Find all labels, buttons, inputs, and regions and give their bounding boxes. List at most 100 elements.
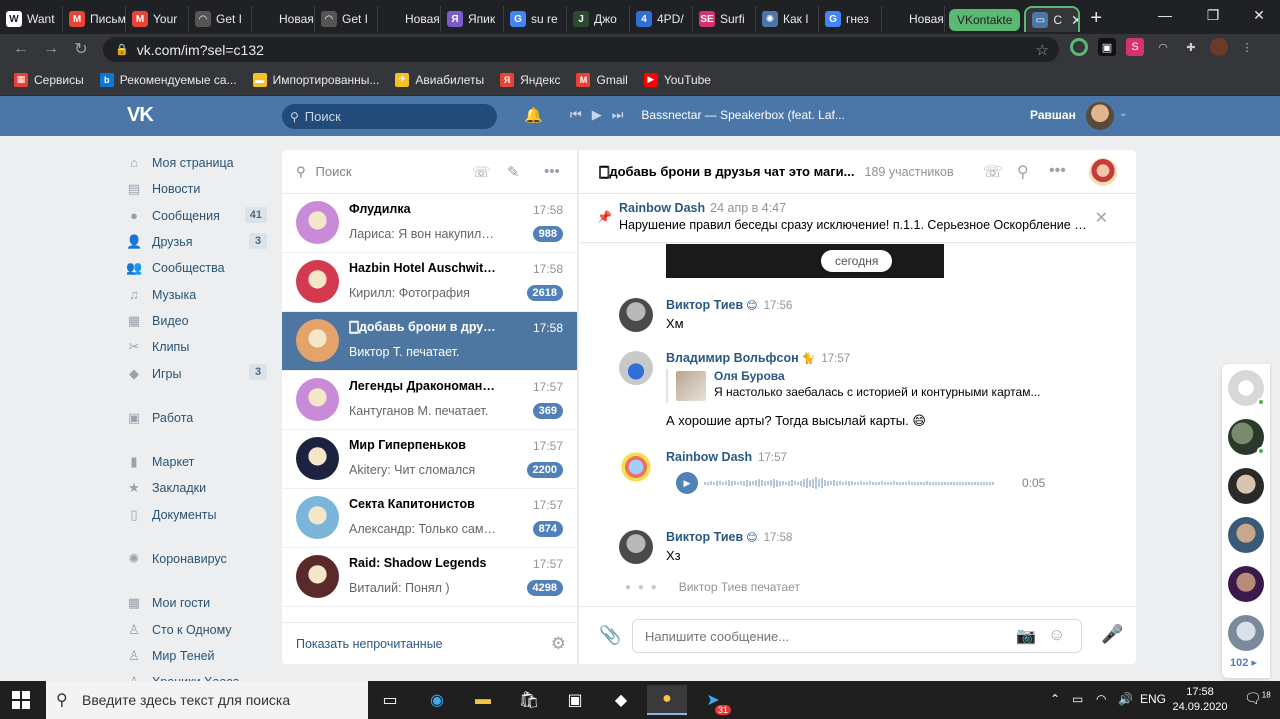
- author-avatar[interactable]: [619, 530, 653, 564]
- menu-item[interactable]: ▣ Работа: [126, 405, 271, 431]
- paperclip-icon[interactable]: 📎: [599, 625, 621, 646]
- close-window-icon[interactable]: ✕: [1236, 0, 1280, 30]
- browser-tab-active[interactable]: ▭ С ✕: [1024, 6, 1081, 32]
- taskbar-search-input[interactable]: ⚲ Введите здесь текст для поиска: [46, 681, 368, 719]
- forward-arrow-icon[interactable]: →: [36, 40, 66, 58]
- message-input[interactable]: [632, 619, 1082, 653]
- next-track-icon[interactable]: ⏭: [612, 107, 624, 123]
- profile-avatar[interactable]: [1210, 38, 1228, 56]
- friend-avatar[interactable]: [1228, 419, 1265, 455]
- url-input[interactable]: 🔒 vk.com/im?sel=c132 ☆: [103, 37, 1059, 62]
- show-unread-link[interactable]: Показать непрочитанные ⚙: [282, 622, 577, 664]
- add-call-icon[interactable]: ☏: [472, 163, 491, 181]
- more-options-icon[interactable]: •••: [544, 163, 560, 180]
- browser-tab[interactable]: ✺ Как I: [756, 6, 819, 32]
- image-attachment-preview[interactable]: [666, 244, 944, 278]
- browser-tab[interactable]: SE Surfi: [693, 6, 756, 32]
- extension-arc-icon[interactable]: ◠: [1154, 38, 1172, 56]
- friend-avatar[interactable]: [1228, 468, 1264, 504]
- menu-item[interactable]: ✂ Клипы: [126, 334, 271, 360]
- bookmark-item[interactable]: M Gmail: [576, 72, 628, 87]
- phone-icon[interactable]: ☏: [983, 162, 1003, 182]
- menu-item[interactable]: ▯ Документы: [126, 502, 271, 528]
- conversation-item[interactable]: 🀆добавь брони в друзья ... 17:58 Виктор Т.…: [282, 312, 577, 371]
- user-avatar[interactable]: [1086, 102, 1114, 130]
- browser-tab[interactable]: 4 4PD/: [630, 6, 693, 32]
- wifi-icon[interactable]: ◠: [1096, 692, 1106, 706]
- back-arrow-icon[interactable]: ←: [6, 40, 36, 58]
- system-clock[interactable]: 17:58 24.09.2020: [1168, 685, 1232, 715]
- browser-tab[interactable]: Новая вк: [882, 6, 945, 32]
- now-playing-track[interactable]: Bassnectar — Speakerbox (feat. Laf...: [641, 108, 844, 122]
- play-icon[interactable]: ▶: [676, 472, 698, 494]
- chevron-up-icon[interactable]: ⌃: [1050, 692, 1060, 706]
- friend-avatar[interactable]: [1228, 517, 1264, 553]
- menu-item[interactable]: ▦ Мои гости: [126, 590, 271, 616]
- extensions-puzzle-icon[interactable]: ✚: [1182, 38, 1200, 56]
- reload-icon[interactable]: ↻: [66, 39, 96, 59]
- conversation-item[interactable]: Hazbin Hotel Auschwitz | ч... 17:58 Кирилл…: [282, 253, 577, 312]
- gear-icon[interactable]: ⚙: [551, 634, 566, 654]
- more-options-icon[interactable]: •••: [1049, 162, 1066, 180]
- message-author[interactable]: Rainbow Dash 17:57: [666, 450, 787, 464]
- bookmark-item[interactable]: ✈ Авиабилеты: [395, 72, 484, 87]
- camera-icon[interactable]: 📷: [1016, 626, 1036, 646]
- reply-quote[interactable]: Оля Бурова Я настолько заебалась с истор…: [666, 369, 1056, 403]
- browser-tab[interactable]: Gsu re: [504, 6, 567, 32]
- browser-tab[interactable]: Gгнез: [819, 6, 882, 32]
- menu-item[interactable]: ▦ Видео: [126, 308, 271, 334]
- menu-item[interactable]: 👥 Сообщества: [126, 255, 271, 281]
- browser-tab[interactable]: W Want: [0, 6, 63, 32]
- friends-online-count[interactable]: 102 ▸: [1230, 656, 1257, 669]
- tab-group-label[interactable]: VKontakte: [949, 9, 1021, 31]
- reply-author[interactable]: Оля Бурова: [714, 369, 785, 383]
- extension-se-icon[interactable]: S: [1126, 38, 1144, 56]
- bell-icon[interactable]: 🔔: [524, 106, 543, 124]
- bookmark-item[interactable]: Я Яндекс: [500, 72, 560, 87]
- menu-item[interactable]: ▤ Новости: [126, 176, 271, 202]
- file-explorer-icon[interactable]: ▬: [463, 685, 503, 715]
- bookmark-item[interactable]: b Рекомендуемые са...: [99, 72, 237, 87]
- chevron-down-icon[interactable]: ⌄: [1119, 108, 1127, 119]
- browser-tab[interactable]: ◠ Get I: [315, 6, 378, 32]
- bookmark-item[interactable]: ▦ Сервисы: [14, 72, 84, 87]
- play-icon[interactable]: ▶: [592, 107, 602, 123]
- conversation-search[interactable]: ⚲ Поиск ☏ ✎ •••: [282, 150, 577, 194]
- emoji-icon[interactable]: ☺: [1048, 625, 1065, 645]
- previous-track-icon[interactable]: ⏮: [570, 107, 582, 123]
- browser-tab[interactable]: M Your: [126, 6, 189, 32]
- message-author[interactable]: Владимир Вольфсон 🐈 17:57: [666, 351, 850, 365]
- edge-icon[interactable]: ◉: [417, 685, 457, 715]
- message-author[interactable]: Виктор Тиев 😊 17:58: [666, 530, 792, 544]
- menu-item[interactable]: ◆ Игры 3: [126, 360, 271, 386]
- minimize-icon[interactable]: —: [1142, 0, 1188, 30]
- maximize-icon[interactable]: ❐: [1190, 0, 1236, 30]
- pinned-author[interactable]: Rainbow Dash 24 апр в 4:47: [619, 201, 786, 215]
- menu-item[interactable]: ▮ Маркет: [126, 449, 271, 475]
- chat-title[interactable]: 🀆добавь брони в друзья чат это маги...: [599, 164, 855, 180]
- app-icon[interactable]: ▣: [555, 685, 595, 715]
- chat-avatar[interactable]: [1089, 158, 1117, 186]
- close-tab-icon[interactable]: ✕: [1071, 12, 1078, 29]
- bookmark-star-icon[interactable]: ☆: [1036, 41, 1049, 59]
- new-tab-icon[interactable]: +: [1080, 7, 1112, 30]
- menu-item[interactable]: ★ Закладки: [126, 475, 271, 501]
- vk-logo[interactable]: VK: [127, 104, 154, 127]
- browser-tab[interactable]: J Джо: [567, 6, 630, 32]
- new-message-icon[interactable]: ✎: [507, 163, 520, 181]
- vk-search-input[interactable]: ⚲ Поиск: [282, 104, 497, 129]
- browser-tab[interactable]: Новая вк: [378, 6, 441, 32]
- store-icon[interactable]: 🛍: [509, 685, 549, 715]
- menu-item[interactable]: ✺ Коронавирус: [126, 546, 271, 572]
- friend-avatar[interactable]: [1228, 615, 1264, 651]
- telegram-icon[interactable]: ➤ 31: [693, 685, 733, 715]
- menu-item[interactable]: ⌂ Моя страница: [126, 150, 271, 176]
- game-icon[interactable]: ◆: [601, 685, 641, 715]
- menu-item[interactable]: 👤 Друзья 3: [126, 229, 271, 255]
- close-icon[interactable]: ✕: [1095, 208, 1108, 228]
- menu-item[interactable]: ● Сообщения 41: [126, 203, 271, 229]
- friend-avatar[interactable]: [1228, 370, 1265, 406]
- browser-tab[interactable]: M Письм: [63, 6, 126, 32]
- menu-item[interactable]: ♙ Мир Теней: [126, 643, 271, 669]
- input-language[interactable]: ENG: [1140, 692, 1166, 706]
